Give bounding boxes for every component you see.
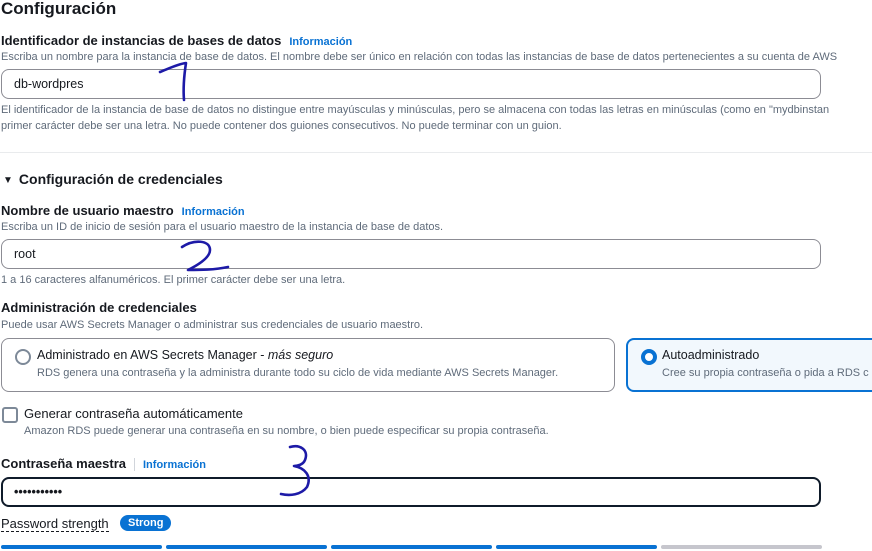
annotation-number-3 xyxy=(279,444,310,497)
annotation-number-1 xyxy=(158,61,188,102)
annotation-overlay xyxy=(158,61,310,497)
annotation-number-2 xyxy=(180,240,230,272)
